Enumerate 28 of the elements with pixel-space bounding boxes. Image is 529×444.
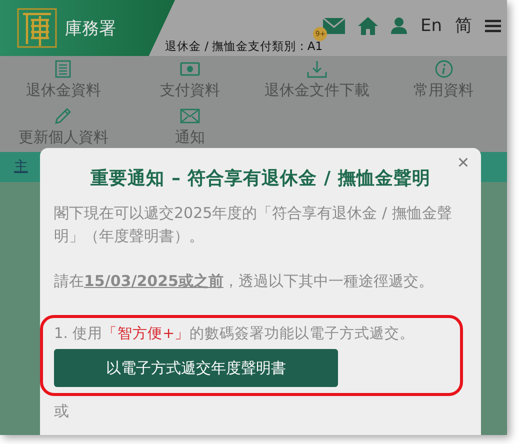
download-icon [306,59,327,79]
language-link[interactable]: 简 [455,14,472,37]
close-button[interactable]: × [453,152,473,175]
option-text: 1. 使用「智方便+」的數碼簽署功能以電子方式遞交。 [54,324,416,343]
home-icon[interactable] [358,16,378,34]
breadcrumb-link[interactable]: 主 [14,158,28,176]
submit-button[interactable]: 以電子方式遞交年度聲明書 [54,349,338,387]
nav-item[interactable]: 退休金文件下載 [254,59,380,105]
pencil-icon [54,106,72,126]
nav-item[interactable]: 通知 [126,106,254,152]
agency-name: 庫務署 [65,18,116,40]
logo-icon [17,8,57,48]
language-link[interactable]: En [420,16,442,36]
mail-icon[interactable] [323,18,346,34]
info-icon [434,59,453,79]
user-icon[interactable] [391,17,408,34]
nav-item[interactable]: 退休金資料 [0,59,127,105]
notice-text: 閣下現在可以遞交2025年度的「符合享有退休金 / 撫恤金聲明」（年度聲明書）。 [54,203,453,247]
menu-icon[interactable] [485,18,501,32]
nav-item[interactable]: 常用資料 [380,59,507,105]
notice-text: 請在15/03/2025或之前，透過以下其中一種途徑遞交。 [54,271,434,292]
nav-item[interactable]: 更新個人資料 [0,106,127,152]
document-icon [55,59,72,79]
dialog-title: 重要通知 – 符合享有退休金 / 撫恤金聲明 [90,167,432,190]
cash-icon [180,59,200,79]
or-text: 或 [54,402,70,421]
nav-item[interactable]: 支付資料 [126,59,254,105]
pension-type-label: 退休金 / 撫恤金支付類別 : A1 [165,39,323,54]
